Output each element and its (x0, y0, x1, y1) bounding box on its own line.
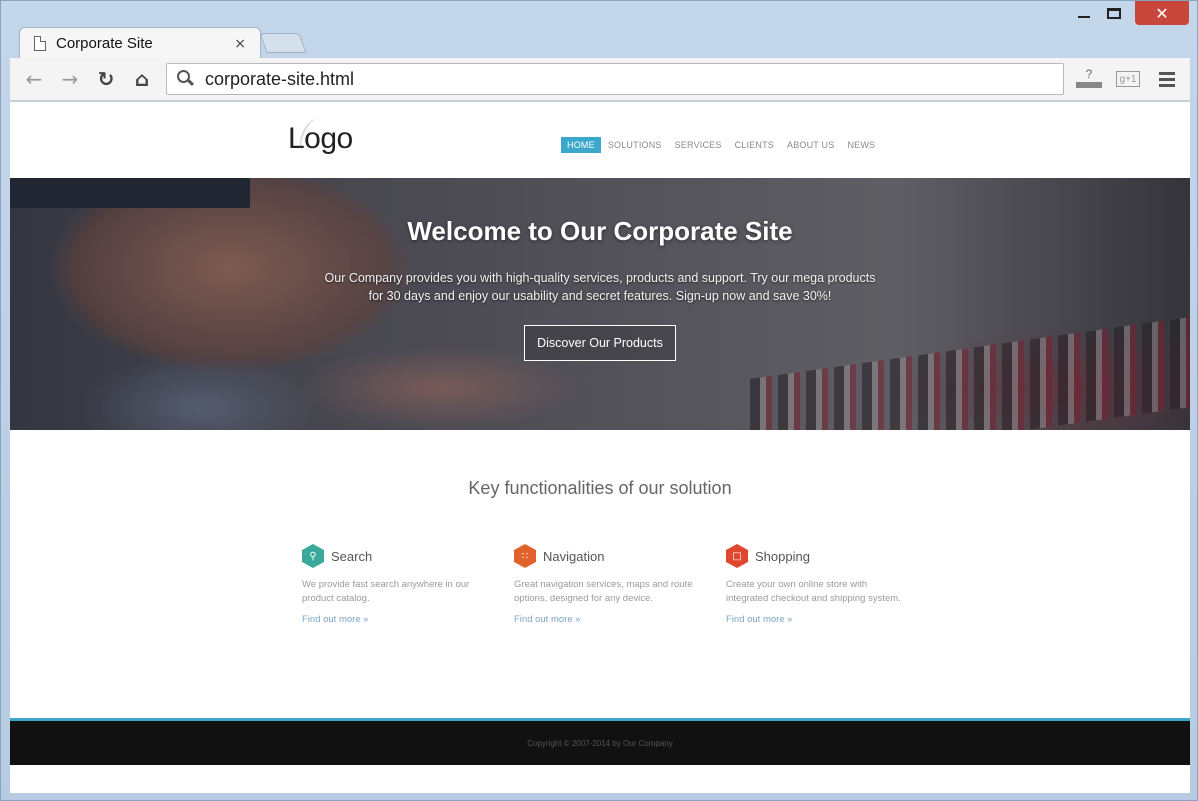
search-icon (175, 68, 197, 90)
feature-title: Search (331, 548, 373, 564)
grid-icon: ∷ (514, 544, 536, 568)
feature-shopping: □ Shopping Create your own online store … (726, 544, 906, 625)
search-icon: ⚲ (302, 544, 324, 568)
tab-title: Corporate Site (56, 35, 153, 52)
close-icon: ✕ (1155, 3, 1169, 23)
main-nav: HOME SOLUTIONS SERVICES CLIENTS ABOUT US… (561, 137, 882, 153)
hero-text: Our Company provides you with high-quali… (324, 271, 876, 303)
site-logo[interactable]: Logo (288, 116, 353, 156)
nav-item-services[interactable]: SERVICES (669, 137, 728, 153)
site-header: Logo HOME SOLUTIONS SERVICES CLIENTS ABO… (10, 102, 1190, 178)
new-tab-button[interactable] (259, 33, 307, 53)
nav-item-clients[interactable]: CLIENTS (729, 137, 780, 153)
browser-tab[interactable]: Corporate Site × (19, 27, 261, 59)
feature-title: Shopping (755, 548, 810, 564)
hero-title: Welcome to Our Corporate Site (407, 216, 793, 246)
reload-icon[interactable]: ↻ (92, 66, 120, 92)
maximize-icon (1107, 7, 1121, 19)
back-icon[interactable]: ← (20, 66, 48, 92)
discover-products-button[interactable]: Discover Our Products (524, 325, 676, 361)
extension-icon[interactable]: ? (1076, 66, 1102, 88)
browser-toolbar: ← → ↻ ⌂ corporate-site.html ? g+1 (10, 58, 1190, 101)
minimize-button[interactable] (1069, 1, 1099, 25)
copyright-text: Copyright © 2007-2014 by Our Company (527, 738, 673, 748)
nav-item-news[interactable]: NEWS (841, 137, 881, 153)
tab-close-icon[interactable]: × (234, 36, 246, 52)
feature-description: Create your own online store with integr… (726, 579, 901, 604)
nav-item-solutions[interactable]: SOLUTIONS (602, 137, 668, 153)
minimize-icon (1078, 16, 1090, 18)
page-icon (34, 36, 46, 51)
shopping-bag-icon: □ (726, 544, 748, 568)
find-out-more-link[interactable]: Find out more » (302, 614, 482, 625)
find-out-more-link[interactable]: Find out more » (514, 614, 694, 625)
close-window-button[interactable]: ✕ (1135, 1, 1189, 25)
feature-navigation: ∷ Navigation Great navigation services, … (514, 544, 694, 625)
extension-label: ? (1085, 67, 1093, 81)
home-icon[interactable]: ⌂ (128, 66, 156, 92)
feature-description: Great navigation services, maps and rout… (514, 579, 693, 604)
features-title: Key functionalities of our solution (468, 478, 732, 498)
feature-description: We provide fast search anywhere in our p… (302, 579, 470, 604)
feature-search: ⚲ Search We provide fast search anywhere… (302, 544, 482, 625)
address-bar[interactable]: corporate-site.html (166, 63, 1064, 95)
window-controls: ✕ (1069, 1, 1189, 27)
feature-title: Navigation (543, 548, 605, 564)
google-plus-icon[interactable]: g+1 (1116, 71, 1140, 87)
nav-item-about-us[interactable]: ABOUT US (781, 137, 840, 153)
browser-window: ✕ Corporate Site × ← → ↻ ⌂ corporate-sit… (0, 0, 1198, 801)
forward-icon[interactable]: → (56, 66, 84, 92)
page-viewport: Logo HOME SOLUTIONS SERVICES CLIENTS ABO… (10, 102, 1190, 793)
url-text[interactable]: corporate-site.html (205, 69, 354, 90)
find-out-more-link[interactable]: Find out more » (726, 614, 906, 625)
nav-item-home[interactable]: HOME (561, 137, 601, 153)
maximize-button[interactable] (1099, 1, 1129, 25)
hero-banner: Welcome to Our Corporate Site Our Compan… (10, 178, 1190, 430)
site-footer: Copyright © 2007-2014 by Our Company (10, 718, 1190, 765)
google-plus-label: g+1 (1119, 73, 1137, 85)
menu-icon[interactable] (1158, 66, 1176, 92)
hero-content: Welcome to Our Corporate Site Our Compan… (10, 178, 1190, 361)
